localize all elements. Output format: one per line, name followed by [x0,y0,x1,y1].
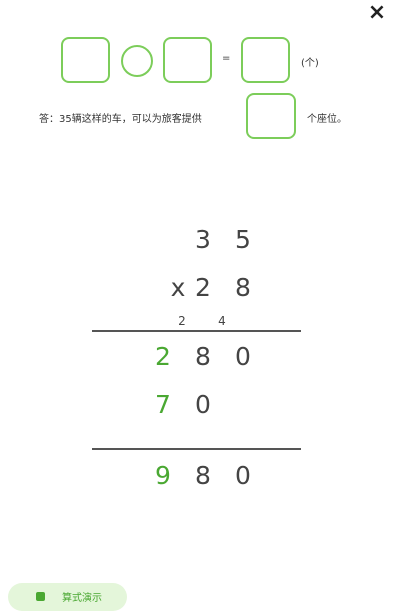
multiply-operator: x [170,273,186,302]
sum-divider [92,448,301,450]
partial-product-1-digit: 8 [195,342,211,371]
result-digit: 9 [155,461,171,490]
result-digit: 8 [195,461,211,490]
carry-digit: 2 [178,314,186,328]
partial-product-1-digit: 0 [235,342,251,371]
operator-circle[interactable] [121,45,153,77]
product-divider [92,330,301,332]
partial-product-2-digit: 7 [155,390,171,419]
partial-product-1-digit: 2 [155,342,171,371]
result-digit: 0 [235,461,251,490]
equation-operand-2-box[interactable] [163,37,212,83]
carry-digit: 4 [218,314,226,328]
partial-product-2-digit: 0 [195,390,211,419]
formula-demo-button[interactable]: 算式演示 [8,583,127,611]
multiplicand-digit: 5 [235,225,251,254]
answer-seats-box[interactable] [246,93,296,139]
formula-demo-label: 算式演示 [62,593,102,604]
equation-operand-1-box[interactable] [61,37,110,83]
unit-label: (个) [301,58,319,69]
equals-sign: = [222,53,231,64]
multiplier-digit: 2 [195,273,211,302]
answer-prefix: 答：35辆这样的车，可以为旅客提供 [39,114,202,125]
equation-result-box[interactable] [241,37,290,83]
multiplicand-digit: 3 [195,225,211,254]
answer-suffix: 个座位。 [307,114,347,125]
close-icon[interactable]: × [366,2,388,24]
multiplier-digit: 8 [235,273,251,302]
stop-square-icon [36,592,45,601]
